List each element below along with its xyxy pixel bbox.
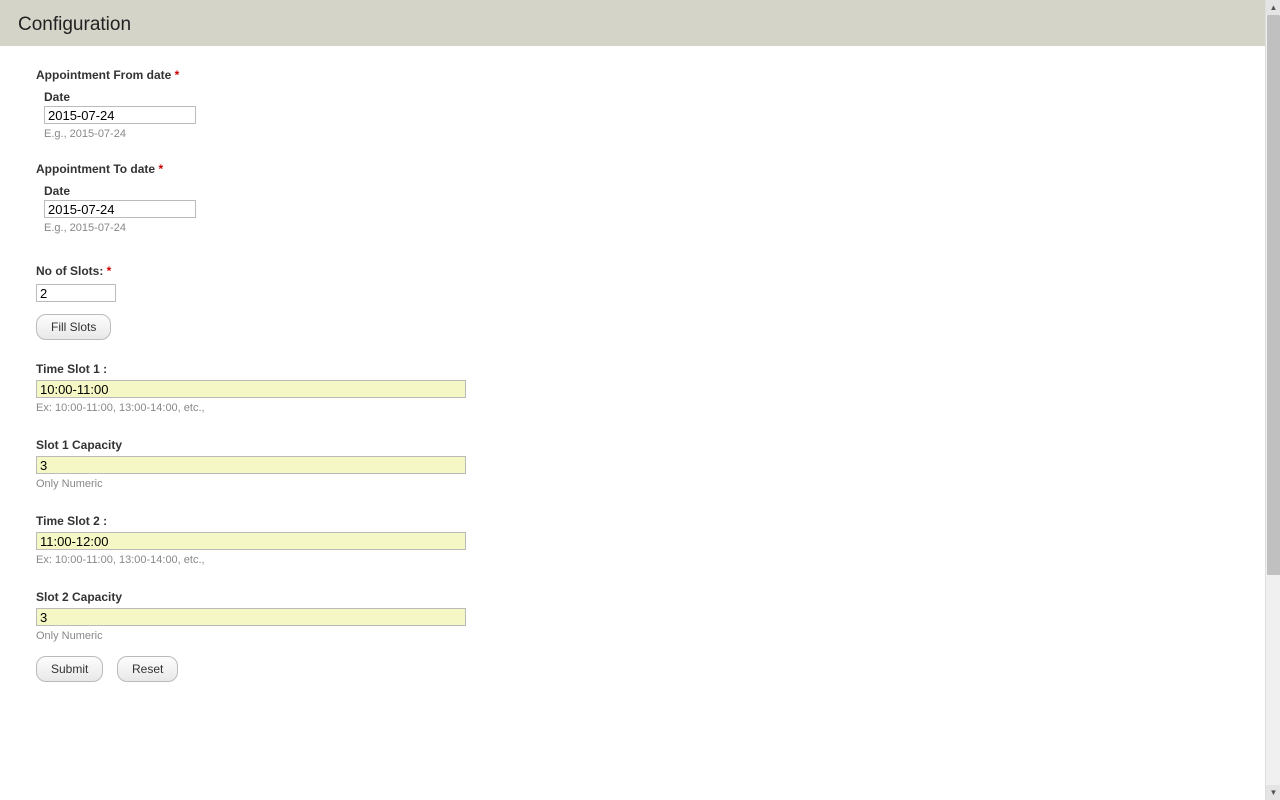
vertical-scrollbar[interactable]: ▲ ▼ [1265,0,1280,800]
action-button-row: Submit Reset [36,656,1244,682]
fill-slots-row: Fill Slots [36,314,1244,340]
appointment-to-sublabel: Date [44,184,1244,198]
slot-1-capacity-group: Slot 1 Capacity Only Numeric [36,438,1244,490]
required-marker: * [175,68,180,82]
required-marker: * [107,264,112,278]
appointment-to-group: Appointment To date * Date E.g., 2015-07… [36,162,1244,234]
appointment-from-sublabel: Date [44,90,1244,104]
no-of-slots-group: No of Slots: * [36,264,1244,302]
page-title: Configuration [18,14,1262,36]
slot-1-capacity-input[interactable] [36,456,466,474]
slot-1-capacity-hint: Only Numeric [36,478,1244,490]
label-text: Appointment From date [36,68,171,82]
appointment-from-group: Appointment From date * Date E.g., 2015-… [36,68,1244,140]
label-text: No of Slots: [36,264,103,278]
time-slot-1-label: Time Slot 1 : [36,362,1244,376]
slot-1-capacity-label: Slot 1 Capacity [36,438,1244,452]
time-slot-1-input[interactable] [36,380,466,398]
time-slot-2-group: Time Slot 2 : Ex: 10:00-11:00, 13:00-14:… [36,514,1244,566]
reset-button[interactable]: Reset [117,656,178,682]
label-text: Appointment To date [36,162,155,176]
appointment-to-label: Appointment To date * [36,162,1244,176]
time-slot-2-hint: Ex: 10:00-11:00, 13:00-14:00, etc., [36,554,1244,566]
configuration-form: Appointment From date * Date E.g., 2015-… [0,46,1280,702]
appointment-from-hint: E.g., 2015-07-24 [44,128,1244,140]
time-slot-1-hint: Ex: 10:00-11:00, 13:00-14:00, etc., [36,402,1244,414]
time-slot-1-group: Time Slot 1 : Ex: 10:00-11:00, 13:00-14:… [36,362,1244,414]
appointment-from-label: Appointment From date * [36,68,1244,82]
submit-button[interactable]: Submit [36,656,103,682]
page-header: Configuration [0,6,1280,46]
scroll-up-arrow-icon[interactable]: ▲ [1266,0,1280,15]
time-slot-2-input[interactable] [36,532,466,550]
appointment-to-hint: E.g., 2015-07-24 [44,222,1244,234]
appointment-to-date-input[interactable] [44,200,196,218]
slot-2-capacity-hint: Only Numeric [36,630,1244,642]
scroll-thumb[interactable] [1267,15,1280,575]
slot-2-capacity-group: Slot 2 Capacity Only Numeric [36,590,1244,642]
time-slot-2-label: Time Slot 2 : [36,514,1244,528]
appointment-from-date-input[interactable] [44,106,196,124]
no-of-slots-input[interactable] [36,284,116,302]
fill-slots-button[interactable]: Fill Slots [36,314,111,340]
scroll-down-arrow-icon[interactable]: ▼ [1266,785,1280,800]
slot-2-capacity-input[interactable] [36,608,466,626]
slot-2-capacity-label: Slot 2 Capacity [36,590,1244,604]
no-of-slots-label: No of Slots: * [36,264,1244,278]
required-marker: * [158,162,163,176]
